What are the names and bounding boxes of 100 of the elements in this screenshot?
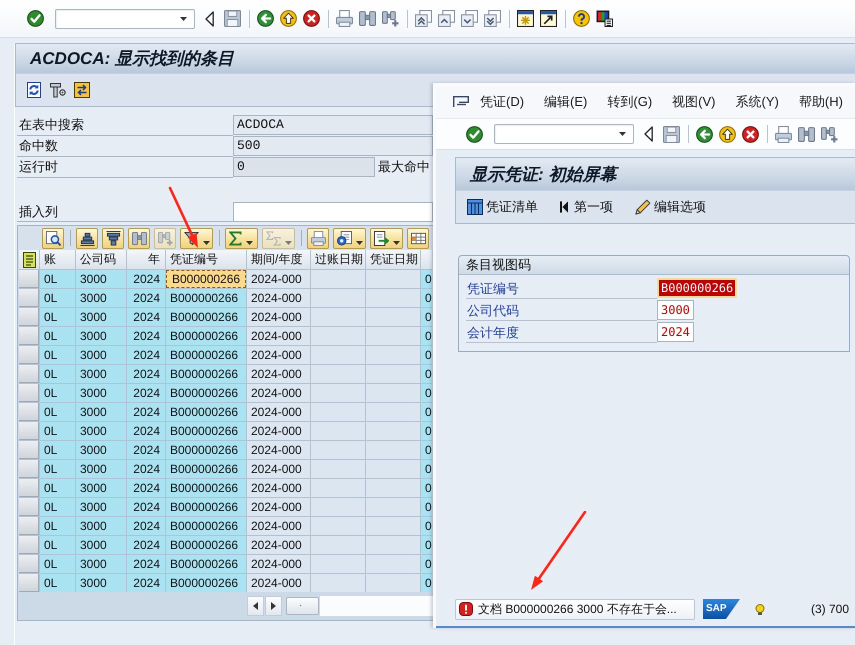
left-triangle-icon[interactable] (644, 126, 653, 142)
left-arrow-icon (253, 602, 258, 610)
column-header[interactable]: 年 (127, 250, 165, 269)
table-cell: 3000 (76, 365, 126, 383)
table-cell: 0L (40, 555, 75, 573)
total-button[interactable] (225, 228, 258, 248)
table-cell: 0 (421, 384, 432, 402)
sort-ascending-button[interactable] (76, 228, 98, 248)
table-cell: 0L (40, 479, 75, 497)
table-cell: 0L (40, 346, 75, 364)
table-cell: 2024-000 (247, 460, 310, 478)
check-icon[interactable] (27, 10, 44, 27)
tool-icon[interactable] (50, 82, 66, 98)
save-icon[interactable] (663, 126, 680, 142)
printer-icon[interactable] (336, 10, 353, 27)
table-cell: 2024 (127, 289, 165, 307)
column-header[interactable]: 凭证编号 (166, 250, 246, 269)
new-window-icon[interactable] (517, 10, 534, 27)
help-icon[interactable] (573, 10, 590, 27)
next-page-icon[interactable] (461, 10, 478, 27)
binoculars-plus-icon[interactable] (821, 126, 838, 142)
export-button[interactable] (370, 228, 403, 248)
binoculars-icon[interactable] (359, 10, 376, 27)
table-cell: 3000 (76, 289, 126, 307)
input-field[interactable] (233, 202, 433, 222)
table-cell: 3000 (76, 460, 126, 478)
binoculars-icon[interactable] (798, 126, 815, 142)
cancel-icon[interactable] (742, 126, 759, 142)
sigma-icon (229, 230, 242, 246)
menu-item[interactable]: 转到(G) (607, 93, 652, 111)
save-icon[interactable] (224, 10, 241, 27)
views-button[interactable] (333, 228, 366, 248)
field-label: 最大命中 (377, 158, 430, 176)
table-cell: 2024 (127, 498, 165, 516)
display-field: ACDOCA (233, 115, 433, 135)
scroll-right-button[interactable] (265, 596, 282, 616)
binoculars-plus-icon[interactable] (382, 10, 399, 27)
refresh-icon[interactable] (26, 82, 42, 98)
cancel-icon[interactable] (303, 10, 320, 27)
first-item-button[interactable]: 第一项 (560, 196, 613, 218)
column-header[interactable]: 过账日期 (311, 250, 365, 269)
document-list-button[interactable]: 凭证清单 (467, 196, 538, 218)
message-box[interactable]: 文档 B000000266 3000 不存在于会... (455, 598, 695, 620)
first-page-icon[interactable] (415, 10, 432, 27)
table-cell: B000000266 (166, 403, 246, 421)
menu-item[interactable]: 系统(Y) (736, 93, 779, 111)
transfer-icon[interactable] (74, 82, 90, 98)
column-header[interactable]: 账 (40, 250, 75, 269)
table-cell: 2024 (127, 555, 165, 573)
table-cell: 0 (421, 270, 432, 288)
left-triangle-icon[interactable] (205, 10, 214, 26)
color-monitor-icon[interactable] (596, 10, 613, 27)
up-arrow-icon[interactable] (719, 126, 736, 142)
sort-descending-button[interactable] (102, 228, 124, 248)
status-message: 文档 B000000266 3000 不存在于会... (478, 600, 677, 618)
table-cell: 2024 (127, 460, 165, 478)
table-cell: 3000 (76, 441, 126, 459)
first-item-icon (560, 201, 568, 213)
right-arrow-icon (271, 602, 276, 610)
field-label: 在表中搜索 (17, 115, 233, 136)
table-cell: 0L (40, 574, 75, 592)
screen-title: 显示凭证: 初始屏幕 (470, 162, 616, 186)
subtotal-icon (266, 230, 281, 246)
table-cell: 0L (40, 517, 75, 535)
menu-item[interactable]: 编辑(E) (544, 93, 588, 111)
table-cell: 2024-000 (247, 536, 310, 554)
table-cell: 0 (421, 441, 432, 459)
last-page-icon[interactable] (484, 10, 501, 27)
command-field[interactable] (494, 124, 634, 144)
table-cell: 0 (421, 327, 432, 345)
edit-options-button[interactable]: 编辑选项 (635, 196, 706, 218)
details-button[interactable] (42, 228, 64, 248)
check-icon[interactable] (466, 126, 483, 142)
input-field[interactable]: 3000 (657, 300, 694, 320)
menu-item[interactable]: 视图(V) (672, 93, 716, 111)
up-arrow-icon[interactable] (280, 10, 297, 27)
print-button[interactable] (307, 228, 329, 248)
menu-item[interactable]: 帮助(H) (798, 93, 843, 111)
table-cell: 2024-000 (247, 346, 310, 364)
shortcut-icon[interactable] (540, 10, 557, 27)
scroll-thumb[interactable] (286, 597, 319, 615)
previous-page-icon[interactable] (438, 10, 455, 27)
column-header[interactable]: 期间/年度 (247, 250, 310, 269)
find-button[interactable] (128, 228, 150, 248)
column-header[interactable]: 公司码 (76, 250, 126, 269)
table-icon (467, 199, 483, 215)
column-header[interactable]: 凭证日期 (366, 250, 420, 269)
window-menu-icon[interactable] (453, 96, 469, 108)
menu-item[interactable]: 凭证(D) (480, 93, 524, 111)
table-cell: 0 (421, 517, 432, 535)
layout-button[interactable] (407, 228, 429, 248)
select-all-button[interactable] (19, 250, 39, 269)
display-field: 500 (233, 136, 433, 156)
command-field[interactable] (55, 8, 195, 28)
table-cell: 2024-000 (247, 289, 310, 307)
input-field[interactable]: B000000266 (657, 278, 738, 298)
table-cell: 0L (40, 403, 75, 421)
scroll-left-button[interactable] (247, 596, 264, 616)
printer-icon[interactable] (775, 126, 792, 142)
input-field[interactable]: 2024 (657, 322, 694, 342)
